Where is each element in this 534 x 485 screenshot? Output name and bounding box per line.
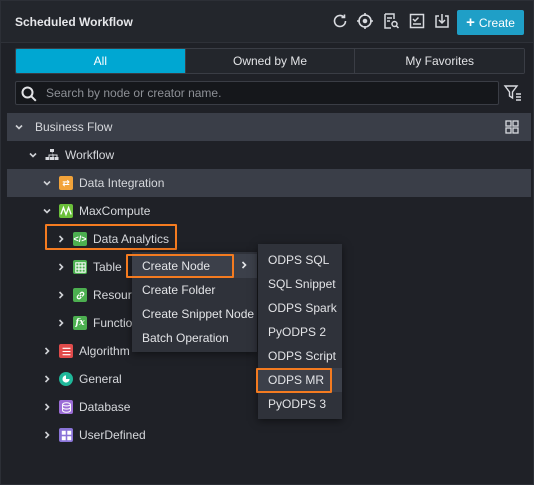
caret-right-icon[interactable] [55,317,67,329]
checklist-icon[interactable] [408,12,428,32]
search-input[interactable] [46,82,486,104]
scheduled-workflow-panel: Scheduled Workflow + Create All Owned by… [0,0,534,485]
highlight-data-analytics [45,224,177,250]
caret-right-icon[interactable] [55,261,67,273]
tree-label: Data Integration [79,176,165,190]
tree-label: General [79,372,122,386]
data-integration-icon: ⇄ [59,176,73,190]
search-box [15,81,499,105]
menu-item-create-folder[interactable]: Create Folder [132,278,257,302]
userdefined-icon [59,428,73,442]
submenu-item-pyodps-3[interactable]: PyODPS 3 [258,392,342,416]
tree-label: Algorithm [79,344,130,358]
panel-header: Scheduled Workflow + Create [1,1,533,43]
caret-down-icon[interactable] [27,149,39,161]
plus-icon: + [466,14,475,31]
submenu-item-odps-sql[interactable]: ODPS SQL [258,248,342,272]
caret-down-icon[interactable] [13,121,25,133]
workflow-hierarchy-icon [45,148,59,162]
tree-label: Database [79,400,131,414]
submenu-item-pyodps-2[interactable]: PyODPS 2 [258,320,342,344]
submenu-arrow-icon [241,261,247,269]
submenu-item-odps-script[interactable]: ODPS Script [258,344,342,368]
maxcompute-icon [59,204,73,218]
caret-right-icon[interactable] [41,401,53,413]
submenu-item-sql-snippet[interactable]: SQL Snippet [258,272,342,296]
tree-label: Workflow [65,148,115,162]
refresh-icon[interactable] [331,12,351,32]
general-icon [59,372,73,386]
database-icon [59,400,73,414]
caret-down-icon[interactable] [41,205,53,217]
panel-title: Scheduled Workflow [15,15,133,29]
filter-icon[interactable] [503,83,523,103]
search-code-icon[interactable] [382,12,402,32]
tree-label: UserDefined [79,428,146,442]
tree-label: Business Flow [35,120,113,134]
import-icon[interactable] [433,12,453,32]
submenu-item-odps-spark[interactable]: ODPS Spark [258,296,342,320]
link-icon [73,288,87,302]
tree-row-business-flow[interactable]: Business Flow [7,113,531,141]
tree-label: Table [93,260,122,274]
function-icon: fx [73,316,87,330]
tree-row-workflow[interactable]: Workflow [7,141,531,169]
create-button-label: Create [478,15,515,30]
tree-label: MaxCompute [79,204,151,218]
highlight-odps-mr [256,368,332,393]
locate-icon[interactable] [356,12,376,32]
tree-row-maxcompute[interactable]: MaxCompute [7,197,531,225]
caret-right-icon[interactable] [55,289,67,301]
caret-right-icon[interactable] [41,345,53,357]
algorithm-icon [59,344,73,358]
tab-my-favorites[interactable]: My Favorites [354,49,524,73]
create-button[interactable]: + Create [457,10,524,35]
tree-row-userdefined[interactable]: UserDefined [7,421,531,449]
menu-item-create-snippet-node[interactable]: Create Snippet Node [132,302,257,326]
grid-view-icon[interactable] [505,120,519,134]
tree-row-data-integration[interactable]: ⇄ Data Integration [7,169,531,197]
tree-label: Resourc [93,288,138,302]
caret-right-icon[interactable] [41,373,53,385]
caret-down-icon[interactable] [41,177,53,189]
search-icon [21,86,37,102]
tab-owned-by-me[interactable]: Owned by Me [184,49,355,73]
tab-all[interactable]: All [16,49,185,73]
table-icon [73,260,87,274]
caret-right-icon[interactable] [41,429,53,441]
filter-tabs: All Owned by Me My Favorites [15,48,525,74]
highlight-create-node [126,254,234,278]
menu-item-batch-operation[interactable]: Batch Operation [132,326,257,350]
